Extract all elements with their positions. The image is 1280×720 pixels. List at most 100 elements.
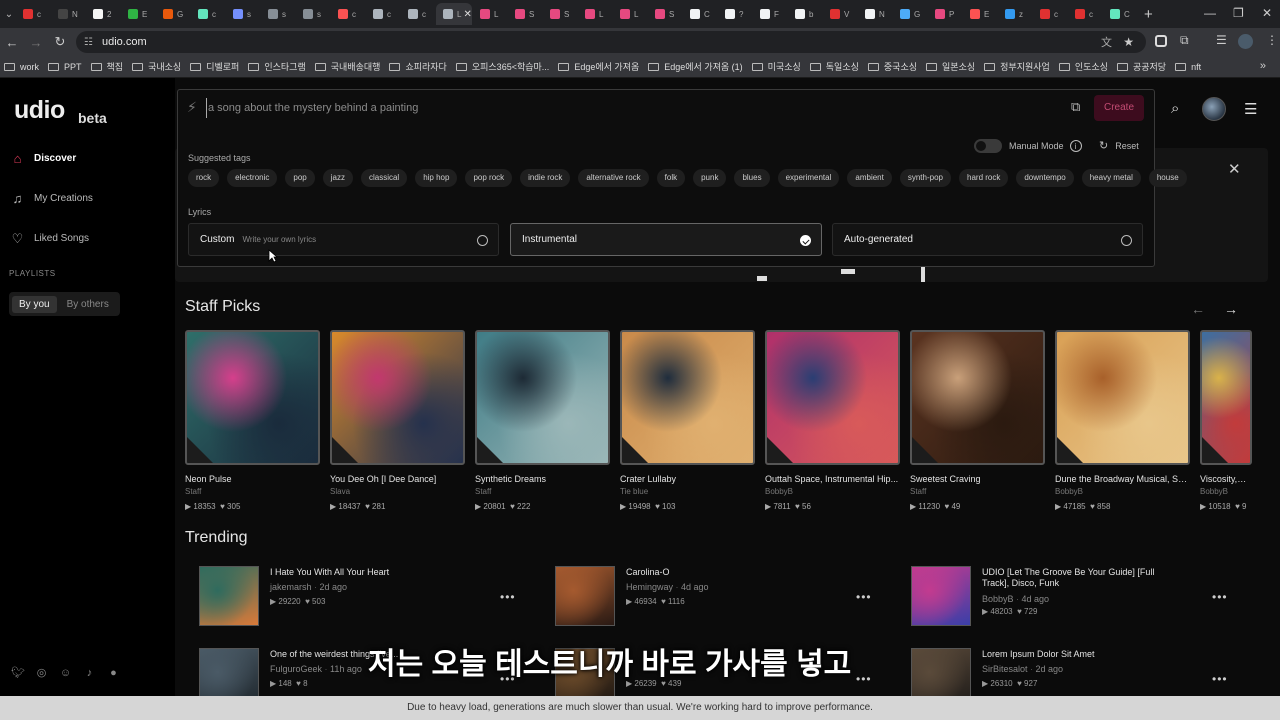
minimize-icon[interactable]: — bbox=[1204, 6, 1216, 20]
browser-tab[interactable]: s bbox=[296, 3, 330, 25]
tag-chip[interactable]: heavy metal bbox=[1081, 169, 1141, 187]
song-title[interactable]: Sweetest Craving bbox=[910, 474, 1045, 484]
track-artist[interactable]: BobbyB bbox=[982, 594, 1014, 604]
more-options-icon[interactable]: ••• bbox=[856, 672, 872, 686]
browser-tab[interactable]: b bbox=[788, 3, 822, 25]
back-icon[interactable]: ← bbox=[0, 35, 24, 50]
browser-tab[interactable]: L bbox=[473, 3, 507, 25]
bookmark-folder[interactable]: 공공저당 bbox=[1116, 60, 1166, 73]
tag-chip[interactable]: hip hop bbox=[415, 169, 458, 187]
song-artist[interactable]: Staff bbox=[475, 487, 610, 496]
browser-tab[interactable]: S bbox=[508, 3, 542, 25]
search-icon[interactable]: ⌕ bbox=[1171, 100, 1179, 117]
discord-icon[interactable]: ☺ bbox=[59, 667, 72, 680]
browser-tab[interactable]: c bbox=[16, 3, 50, 25]
track-title[interactable]: UDIO [Let The Groove Be Your Guide] [Ful… bbox=[982, 567, 1182, 589]
song-artist[interactable]: BobbyB bbox=[1200, 487, 1248, 496]
site-info-icon[interactable]: ☷ bbox=[84, 37, 93, 48]
bookmark-folder[interactable]: 미국소싱 bbox=[751, 60, 801, 73]
tiktok-icon[interactable]: ♪ bbox=[83, 667, 96, 680]
cover-art[interactable] bbox=[910, 330, 1045, 465]
bookmark-folder[interactable]: Edge에서 가져옴 (1) bbox=[648, 60, 743, 73]
tag-chip[interactable]: synth-pop bbox=[899, 169, 951, 187]
manual-mode-toggle[interactable] bbox=[974, 139, 1002, 153]
browser-tab[interactable]: L bbox=[578, 3, 612, 25]
bookmark-folder[interactable]: 디벨로퍼 bbox=[190, 60, 239, 73]
track-artist[interactable]: SirBitesalot bbox=[982, 664, 1028, 674]
twitter-icon[interactable]: 🐦︎ bbox=[11, 667, 25, 680]
song-card[interactable]: Neon Pulse Staff ▶ 18353 ♥ 305 bbox=[185, 330, 320, 511]
lyrics-option-auto-generated[interactable]: Auto-generated bbox=[832, 223, 1143, 256]
instagram-icon[interactable]: ◎ bbox=[35, 667, 48, 680]
song-card[interactable]: Sweetest Craving Staff ▶ 11230 ♥ 49 bbox=[910, 330, 1045, 511]
tag-chip[interactable]: jazz bbox=[322, 169, 353, 187]
bookmark-folder[interactable]: 국내배송대행 bbox=[314, 60, 380, 73]
new-tab-button[interactable]: + bbox=[1144, 6, 1153, 23]
browser-tab[interactable]: c bbox=[331, 3, 365, 25]
song-title[interactable]: You Dee Oh [I Dee Dance] bbox=[330, 474, 465, 484]
track-artist[interactable]: Hemingway bbox=[626, 582, 673, 592]
track-artist[interactable]: FulguroGeek bbox=[270, 664, 322, 674]
sidebar-item-my-creations[interactable]: ♫ My Creations bbox=[10, 191, 93, 206]
tag-chip[interactable]: indie rock bbox=[520, 169, 571, 187]
info-icon[interactable]: i bbox=[1069, 140, 1082, 152]
browser-tab[interactable]: G bbox=[156, 3, 190, 25]
song-artist[interactable]: BobbyB bbox=[1055, 487, 1190, 496]
song-title[interactable]: Dune the Broadway Musical, Sh... bbox=[1055, 474, 1190, 484]
browser-tab[interactable]: S bbox=[648, 3, 682, 25]
restore-icon[interactable]: ❐ bbox=[1233, 6, 1244, 20]
prompt-input[interactable] bbox=[206, 98, 1046, 118]
bookmark-folder[interactable]: nft bbox=[1175, 62, 1201, 72]
bookmark-folder[interactable]: 일본소싱 bbox=[926, 60, 975, 73]
song-artist[interactable]: Staff bbox=[910, 487, 1045, 496]
browser-tab[interactable]: ? bbox=[718, 3, 752, 25]
browser-tab[interactable]: F bbox=[753, 3, 787, 25]
cover-art[interactable] bbox=[475, 330, 610, 465]
tag-chip[interactable]: blues bbox=[734, 169, 770, 187]
tag-chip[interactable]: hard rock bbox=[959, 169, 1009, 187]
bookmark-folder[interactable]: 독일소싱 bbox=[809, 60, 859, 73]
radio-checked-icon[interactable] bbox=[800, 235, 811, 246]
browser-tab[interactable]: G bbox=[893, 3, 927, 25]
cover-art[interactable] bbox=[620, 330, 755, 465]
song-artist[interactable]: Tie blue bbox=[620, 487, 755, 496]
tag-chip[interactable]: classical bbox=[360, 169, 408, 187]
extensions-puzzle-icon[interactable]: ⧉ bbox=[1180, 33, 1189, 48]
song-title[interactable]: Neon Pulse bbox=[185, 474, 320, 484]
song-card[interactable]: Dune the Broadway Musical, Sh... BobbyB ▶ … bbox=[1055, 330, 1190, 511]
browser-tab[interactable]: c bbox=[1068, 3, 1102, 25]
browser-tab[interactable]: s bbox=[226, 3, 260, 25]
radio-icon[interactable] bbox=[477, 235, 488, 246]
bookmark-folder[interactable]: 책집 bbox=[90, 60, 123, 73]
bookmark-folder[interactable]: 인도소싱 bbox=[1058, 60, 1108, 73]
cover-art[interactable] bbox=[330, 330, 465, 465]
playlist-tab-by-you[interactable]: By you bbox=[12, 295, 57, 313]
reddit-icon[interactable]: ● bbox=[107, 667, 120, 680]
browser-tab[interactable]: V bbox=[823, 3, 857, 25]
lyrics-option-instrumental[interactable]: Instrumental bbox=[510, 223, 822, 256]
tag-chip[interactable]: ambient bbox=[847, 169, 892, 187]
reload-icon[interactable]: ↻ bbox=[48, 34, 72, 50]
trending-row[interactable]: Carolina-O Hemingway · 4d ago ▶ 46934 ♥ 11… bbox=[555, 566, 885, 630]
browser-tab[interactable]: S bbox=[543, 3, 577, 25]
track-thumbnail[interactable] bbox=[199, 566, 259, 626]
tag-chip[interactable]: downtempo bbox=[1016, 169, 1074, 187]
close-window-icon[interactable]: ✕ bbox=[1262, 6, 1272, 20]
song-title[interactable]: Synthetic Dreams bbox=[475, 474, 610, 484]
reading-list-icon[interactable]: ☰ bbox=[1216, 33, 1227, 47]
browser-tab[interactable]: c bbox=[401, 3, 435, 25]
more-options-icon[interactable]: ••• bbox=[1212, 590, 1228, 604]
more-options-icon[interactable]: ••• bbox=[500, 590, 516, 604]
track-title[interactable]: I Hate You With All Your Heart bbox=[270, 567, 470, 578]
address-bar[interactable]: ☷ udio.com 文 ★ bbox=[76, 31, 1146, 53]
bookmark-folder[interactable]: work bbox=[4, 62, 39, 72]
more-bookmarks-icon[interactable]: » bbox=[1260, 60, 1266, 72]
more-options-icon[interactable]: ••• bbox=[1212, 672, 1228, 686]
browser-tab[interactable]: E bbox=[963, 3, 997, 25]
song-title[interactable]: Outtah Space, Instrumental Hip... bbox=[765, 474, 900, 484]
tag-chip[interactable]: electronic bbox=[227, 169, 278, 187]
browser-tab[interactable]: N bbox=[51, 3, 85, 25]
browser-tab[interactable]: E bbox=[121, 3, 155, 25]
track-title[interactable]: Lorem Ipsum Dolor Sit Amet bbox=[982, 649, 1182, 660]
song-artist[interactable]: Slava bbox=[330, 487, 465, 496]
